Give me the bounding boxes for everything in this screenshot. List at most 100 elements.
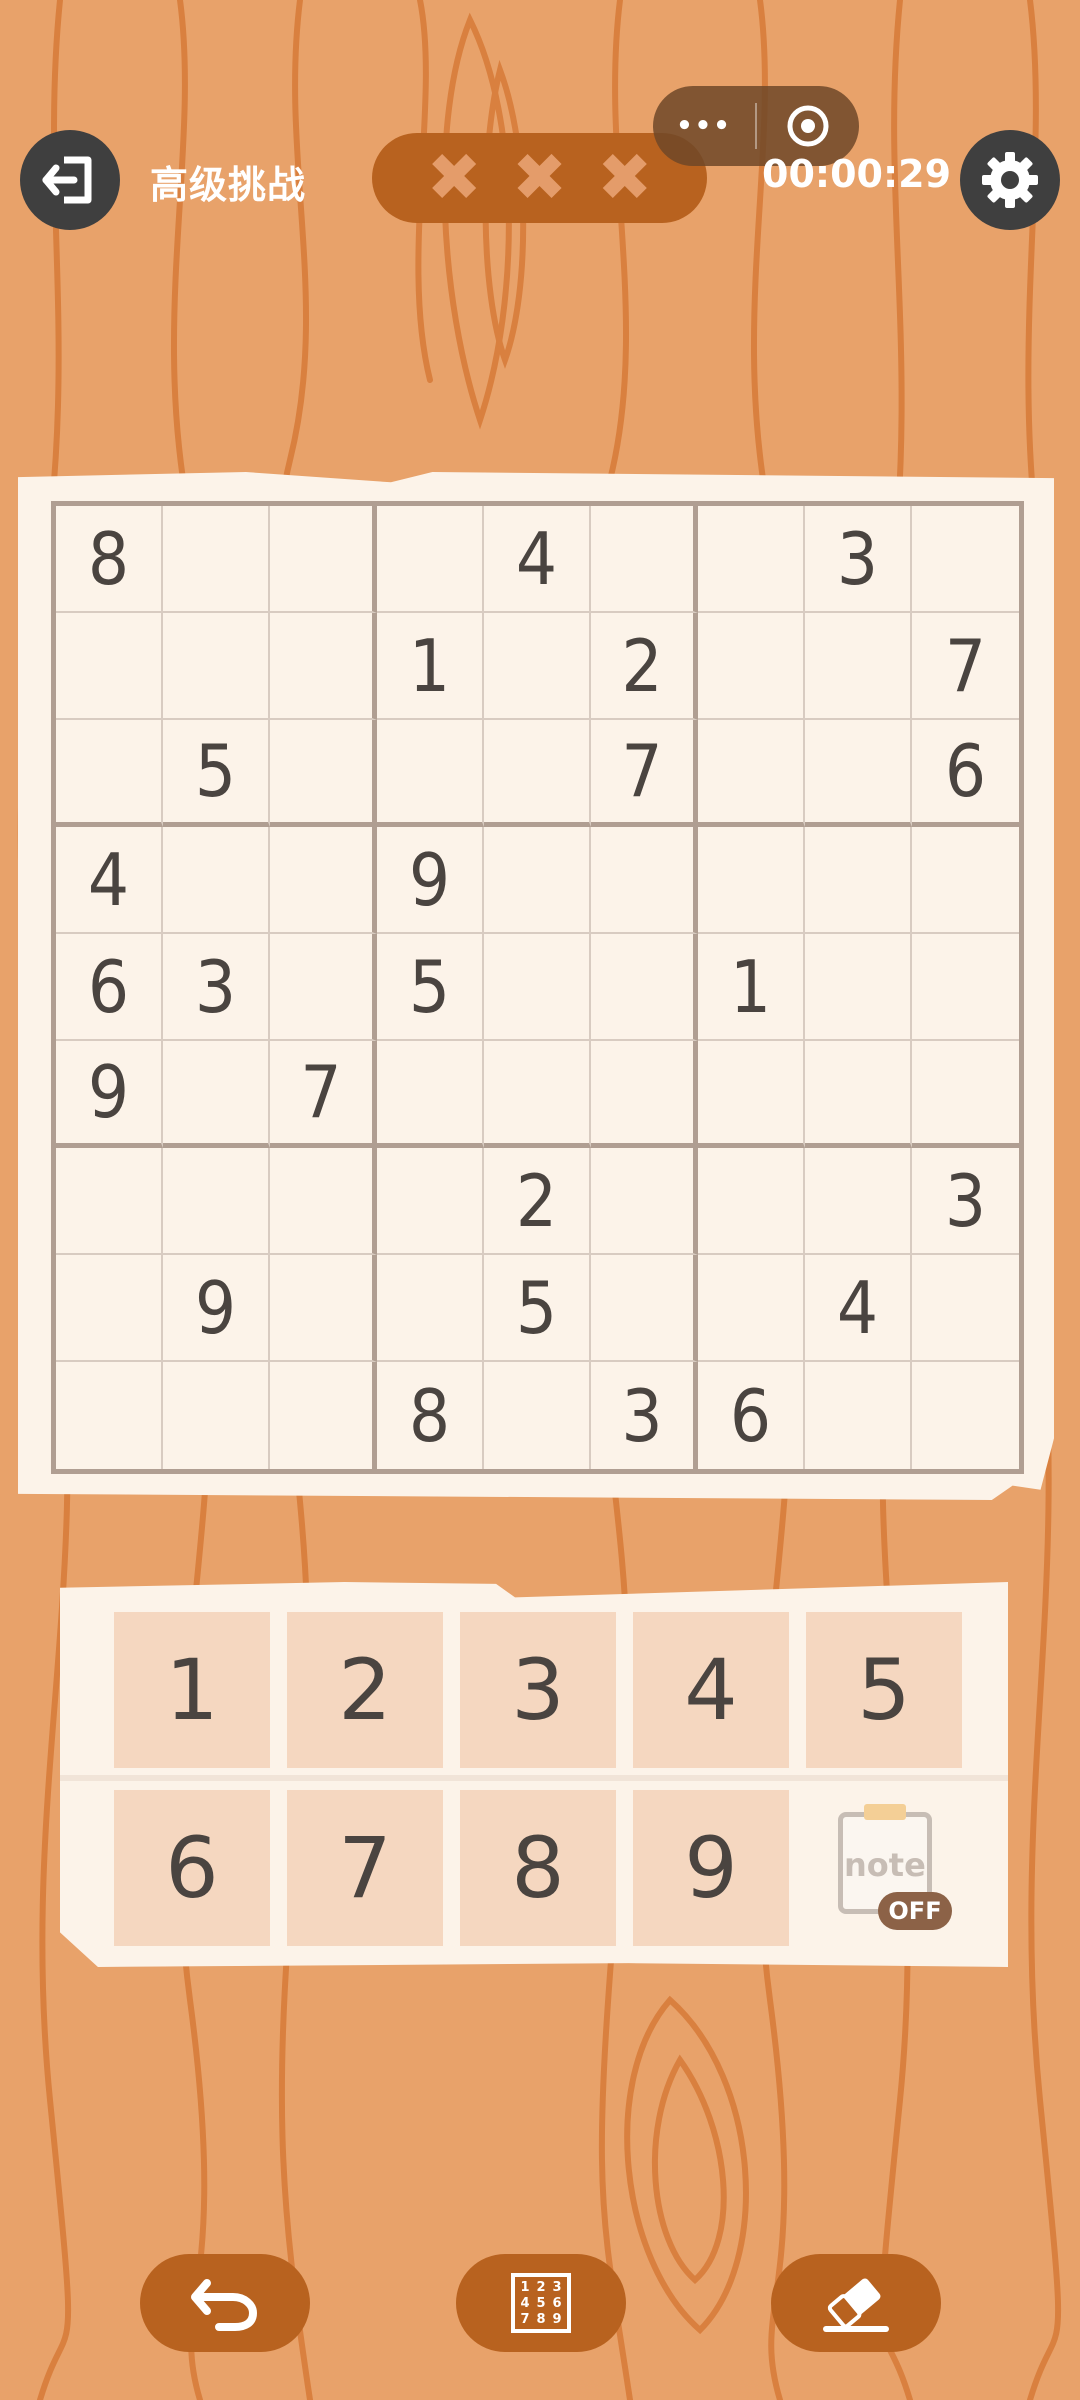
board-cell-r8c4[interactable] — [377, 1255, 484, 1362]
board-cell-r7c7[interactable] — [698, 1148, 805, 1255]
board-cell-r5c5[interactable] — [484, 934, 591, 1041]
board-cell-r4c7[interactable] — [698, 827, 805, 934]
board-cell-r9c4[interactable]: 8 — [377, 1362, 484, 1469]
board-cell-r8c7[interactable] — [698, 1255, 805, 1362]
board-cell-r5c4[interactable]: 5 — [377, 934, 484, 1041]
board-cell-r7c5[interactable]: 2 — [484, 1148, 591, 1255]
board-cell-r3c8[interactable] — [805, 720, 912, 827]
board-cell-r1c2[interactable] — [163, 506, 270, 613]
board-cell-r2c6[interactable]: 2 — [591, 613, 698, 720]
board-cell-r4c3[interactable] — [270, 827, 377, 934]
board-cell-r3c7[interactable] — [698, 720, 805, 827]
board-cell-r5c7[interactable]: 1 — [698, 934, 805, 1041]
board-cell-r3c5[interactable] — [484, 720, 591, 827]
number-key-9[interactable]: 9 — [633, 1790, 789, 1946]
note-state-badge: OFF — [878, 1892, 952, 1930]
board-cell-r7c9[interactable]: 3 — [912, 1148, 1019, 1255]
board-cell-r5c3[interactable] — [270, 934, 377, 1041]
board-cell-r5c6[interactable] — [591, 934, 698, 1041]
board-cell-r6c5[interactable] — [484, 1041, 591, 1148]
board-cell-r4c5[interactable] — [484, 827, 591, 934]
number-key-5[interactable]: 5 — [806, 1612, 962, 1768]
number-key-8[interactable]: 8 — [460, 1790, 616, 1946]
board-cell-r3c9[interactable]: 6 — [912, 720, 1019, 827]
grid-icon-digit: 2 — [536, 2279, 546, 2295]
board-cell-r6c4[interactable] — [377, 1041, 484, 1148]
board-cell-r2c8[interactable] — [805, 613, 912, 720]
board-cell-r7c3[interactable] — [270, 1148, 377, 1255]
board-cell-r8c9[interactable] — [912, 1255, 1019, 1362]
board-cell-r1c6[interactable] — [591, 506, 698, 613]
more-menu-button[interactable]: ••• — [653, 86, 755, 166]
board-cell-r4c2[interactable] — [163, 827, 270, 934]
board-cell-r6c3[interactable]: 7 — [270, 1041, 377, 1148]
board-cell-r7c6[interactable] — [591, 1148, 698, 1255]
board-cell-r5c1[interactable]: 6 — [56, 934, 163, 1041]
note-mode-toggle[interactable]: note OFF — [820, 1800, 960, 1940]
board-cell-r6c7[interactable] — [698, 1041, 805, 1148]
number-key-1[interactable]: 1 — [114, 1612, 270, 1768]
board-cell-r4c9[interactable] — [912, 827, 1019, 934]
board-cell-r9c8[interactable] — [805, 1362, 912, 1469]
board-cell-r6c8[interactable] — [805, 1041, 912, 1148]
board-cell-r3c3[interactable] — [270, 720, 377, 827]
board-cell-r1c5[interactable]: 4 — [484, 506, 591, 613]
settings-button[interactable] — [960, 130, 1060, 230]
board-cell-r2c1[interactable] — [56, 613, 163, 720]
board-cell-r1c4[interactable] — [377, 506, 484, 613]
board-cell-r3c1[interactable] — [56, 720, 163, 827]
board-cell-r9c5[interactable] — [484, 1362, 591, 1469]
board-cell-r5c8[interactable] — [805, 934, 912, 1041]
board-cell-r1c1[interactable]: 8 — [56, 506, 163, 613]
board-cell-r3c2[interactable]: 5 — [163, 720, 270, 827]
board-cell-r4c6[interactable] — [591, 827, 698, 934]
undo-button[interactable] — [140, 2254, 310, 2352]
board-cell-r1c3[interactable] — [270, 506, 377, 613]
board-cell-r6c6[interactable] — [591, 1041, 698, 1148]
board-cell-r7c4[interactable] — [377, 1148, 484, 1255]
board-cell-r6c9[interactable] — [912, 1041, 1019, 1148]
board-cell-r8c6[interactable] — [591, 1255, 698, 1362]
board-cell-r5c2[interactable]: 3 — [163, 934, 270, 1041]
board-cell-r8c3[interactable] — [270, 1255, 377, 1362]
board-cell-r1c9[interactable] — [912, 506, 1019, 613]
number-key-3[interactable]: 3 — [460, 1612, 616, 1768]
board-cell-r2c5[interactable] — [484, 613, 591, 720]
erase-button[interactable] — [771, 2254, 941, 2352]
number-key-7[interactable]: 7 — [287, 1790, 443, 1946]
board-cell-r9c7[interactable]: 6 — [698, 1362, 805, 1469]
board-cell-r7c2[interactable] — [163, 1148, 270, 1255]
board-cell-r9c2[interactable] — [163, 1362, 270, 1469]
board-cell-r5c9[interactable] — [912, 934, 1019, 1041]
board-cell-r9c3[interactable] — [270, 1362, 377, 1469]
board-cell-r3c4[interactable] — [377, 720, 484, 827]
board-cell-r2c2[interactable] — [163, 613, 270, 720]
board-cell-r8c5[interactable]: 5 — [484, 1255, 591, 1362]
grid-icon-digit: 9 — [552, 2311, 562, 2327]
board-cell-r2c4[interactable]: 1 — [377, 613, 484, 720]
board-cell-r1c8[interactable]: 3 — [805, 506, 912, 613]
board-cell-r1c7[interactable] — [698, 506, 805, 613]
board-cell-r9c1[interactable] — [56, 1362, 163, 1469]
board-cell-r6c1[interactable]: 9 — [56, 1041, 163, 1148]
back-button[interactable] — [20, 130, 120, 230]
board-cell-r9c9[interactable] — [912, 1362, 1019, 1469]
board-cell-r8c1[interactable] — [56, 1255, 163, 1362]
board-cell-r6c2[interactable] — [163, 1041, 270, 1148]
candidates-button[interactable]: 1 2 3 4 5 6 7 8 9 — [456, 2254, 626, 2352]
board-cell-r2c3[interactable] — [270, 613, 377, 720]
board-cell-r7c8[interactable] — [805, 1148, 912, 1255]
board-cell-r8c8[interactable]: 4 — [805, 1255, 912, 1362]
board-cell-r2c9[interactable]: 7 — [912, 613, 1019, 720]
board-cell-r9c6[interactable]: 3 — [591, 1362, 698, 1469]
board-cell-r4c4[interactable]: 9 — [377, 827, 484, 934]
board-cell-r8c2[interactable]: 9 — [163, 1255, 270, 1362]
board-cell-r4c1[interactable]: 4 — [56, 827, 163, 934]
board-cell-r2c7[interactable] — [698, 613, 805, 720]
board-cell-r3c6[interactable]: 7 — [591, 720, 698, 827]
board-cell-r7c1[interactable] — [56, 1148, 163, 1255]
board-cell-r4c8[interactable] — [805, 827, 912, 934]
number-key-2[interactable]: 2 — [287, 1612, 443, 1768]
number-key-6[interactable]: 6 — [114, 1790, 270, 1946]
number-key-4[interactable]: 4 — [633, 1612, 789, 1768]
